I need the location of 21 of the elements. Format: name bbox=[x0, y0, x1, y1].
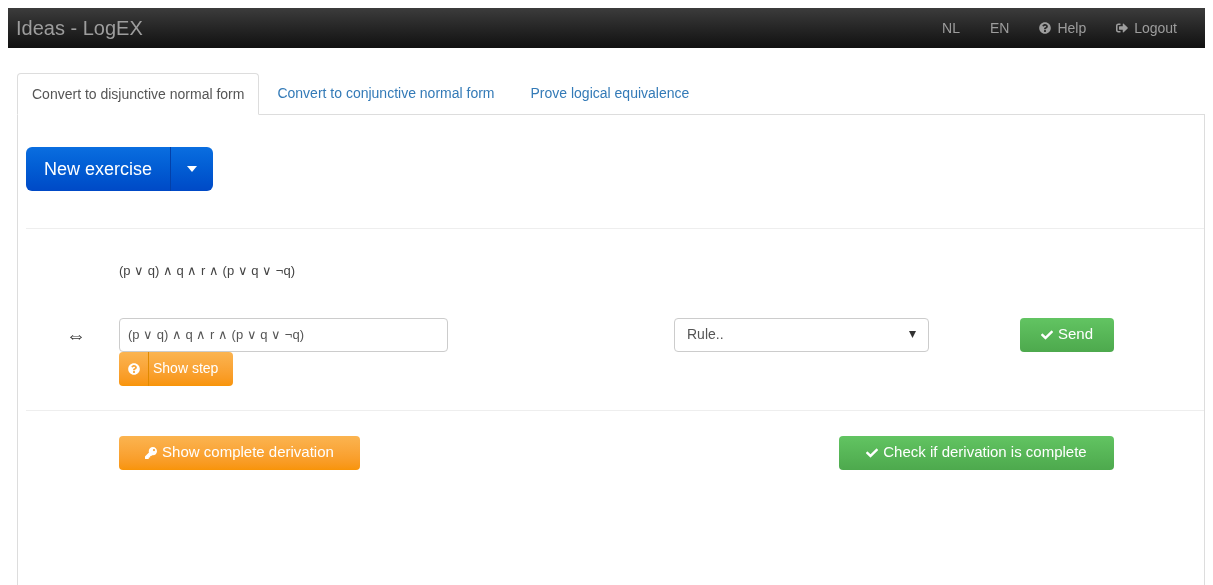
check-icon bbox=[866, 446, 879, 459]
start-formula: (p ∨ q) ∧ q ∧ r ∧ (p ∨ q ∨ ¬q) bbox=[119, 262, 296, 280]
help-icon bbox=[127, 362, 140, 375]
tab[interactable]: Prove logical equivalence bbox=[512, 72, 708, 114]
key-icon bbox=[145, 446, 158, 459]
caret-icon bbox=[909, 331, 916, 338]
nav-link[interactable]: Logout bbox=[1116, 17, 1177, 39]
nav-link[interactable]: NL bbox=[942, 17, 960, 39]
tab[interactable]: Convert to disjunctive normal form bbox=[17, 73, 260, 115]
nav-link[interactable]: Help bbox=[1039, 17, 1087, 39]
nav-link[interactable]: EN bbox=[989, 17, 1010, 39]
tab[interactable]: Convert to conjunctive normal form bbox=[259, 72, 513, 114]
caret-icon bbox=[187, 166, 197, 172]
logout-icon bbox=[1116, 22, 1129, 34]
rule-select[interactable]: Rule.. bbox=[674, 317, 929, 352]
equivalence-symbol: ⇔ bbox=[65, 322, 87, 348]
formula-input[interactable]: (p ∨ q) ∧ q ∧ r ∧ (p ∨ q ∨ ¬q) bbox=[119, 317, 448, 352]
new-exercise-button[interactable]: New exercise bbox=[26, 147, 172, 191]
check-icon bbox=[1040, 328, 1053, 341]
help-icon bbox=[1039, 22, 1052, 34]
brand-title[interactable]: Ideas - LogEX bbox=[16, 13, 143, 43]
